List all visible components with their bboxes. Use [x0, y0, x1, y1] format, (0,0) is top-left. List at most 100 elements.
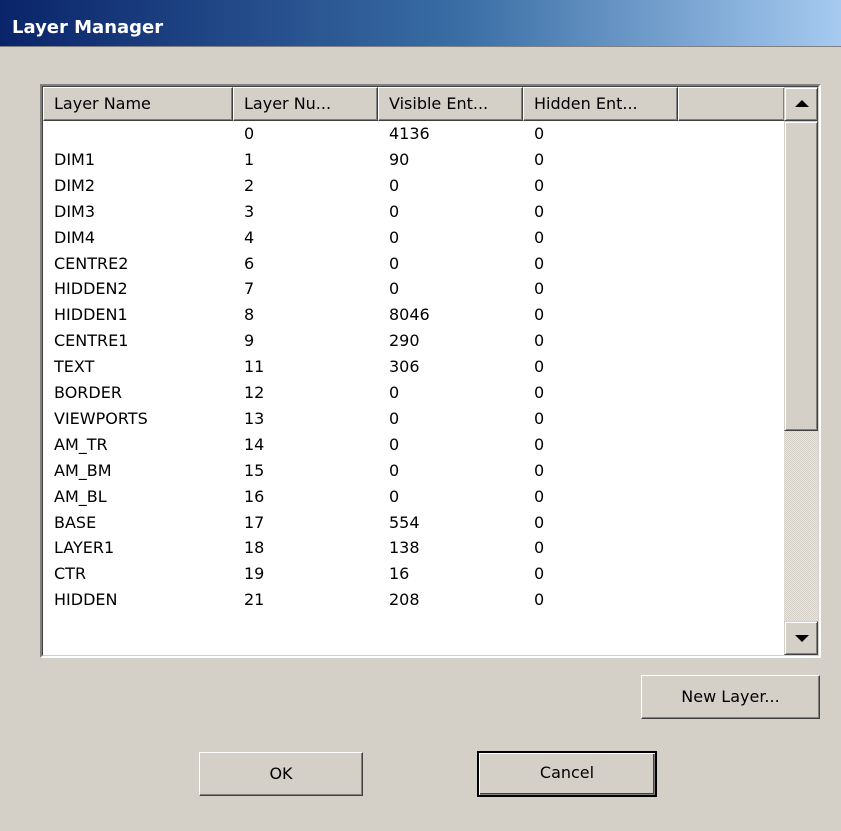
visible-entities-cell: 0 — [389, 460, 400, 480]
table-row[interactable]: BORDER 12 0 0 — [43, 380, 785, 406]
visible-entities-cell: 0 — [389, 408, 400, 428]
column-header-layer-number[interactable]: Layer Nu... — [233, 87, 378, 121]
hidden-entities-cell: 0 — [534, 486, 545, 506]
title-bar[interactable]: Layer Manager — [0, 0, 841, 47]
column-header-visible-entities[interactable]: Visible Ent... — [378, 87, 523, 121]
layer-name-cell: CENTRE1 — [54, 331, 129, 351]
visible-entities-cell: 0 — [389, 253, 400, 273]
cancel-button[interactable]: Cancel — [477, 751, 657, 797]
visible-entities-cell: 8046 — [389, 305, 430, 325]
visible-entities-cell: 16 — [389, 564, 410, 584]
layer-number-cell: 13 — [244, 408, 265, 428]
hidden-entities-cell: 0 — [534, 460, 545, 480]
layer-name-cell: AM_BL — [54, 486, 107, 506]
visible-entities-cell: 0 — [389, 434, 400, 454]
visible-entities-cell: 0 — [389, 201, 400, 221]
scroll-up-button[interactable] — [784, 87, 818, 121]
visible-entities-cell: 4136 — [389, 124, 430, 143]
layer-number-cell: 14 — [244, 434, 265, 454]
visible-entities-cell: 0 — [389, 227, 400, 247]
table-row[interactable]: VIEWPORTS 13 0 0 — [43, 406, 785, 432]
layer-name-cell: VIEWPORTS — [54, 408, 148, 428]
visible-entities-cell: 290 — [389, 331, 420, 351]
column-header-layer-name[interactable]: Layer Name — [43, 87, 233, 121]
arrow-down-icon — [795, 635, 809, 642]
visible-entities-cell: 0 — [389, 175, 400, 195]
vertical-scrollbar[interactable] — [784, 87, 818, 655]
layer-name-cell: DIM4 — [54, 227, 96, 247]
layer-name-cell: LAYER1 — [54, 538, 115, 558]
visible-entities-cell: 0 — [389, 383, 400, 402]
layer-name-cell: BORDER — [54, 383, 122, 402]
hidden-entities-cell: 0 — [534, 512, 545, 532]
layer-number-cell: 21 — [244, 590, 265, 610]
table-row[interactable]: CTR 19 16 0 — [43, 561, 785, 587]
layer-name-cell: BASE — [54, 512, 97, 532]
layer-number-cell: 17 — [244, 512, 265, 532]
hidden-entities-cell: 0 — [534, 538, 545, 558]
table-row[interactable]: AM_BL 16 0 0 — [43, 484, 785, 510]
layer-name-cell: CENTRE2 — [54, 253, 129, 273]
hidden-entities-cell: 0 — [534, 227, 545, 247]
table-row[interactable]: LAYER1 18 138 0 — [43, 535, 785, 561]
visible-entities-cell: 138 — [389, 538, 420, 558]
table-row[interactable]: BASE 17 554 0 — [43, 510, 785, 536]
layer-list[interactable]: Layer Name Layer Nu... Visible Ent... Hi… — [40, 84, 821, 658]
list-header: Layer Name Layer Nu... Visible Ent... Hi… — [43, 87, 785, 121]
window-title: Layer Manager — [12, 17, 164, 38]
visible-entities-cell: 90 — [389, 149, 410, 169]
hidden-entities-cell: 0 — [534, 201, 545, 221]
table-row[interactable]: DIM3 3 0 0 — [43, 199, 785, 225]
hidden-entities-cell: 0 — [534, 357, 545, 377]
layer-name-cell: DIM1 — [54, 149, 96, 169]
hidden-entities-cell: 0 — [534, 253, 545, 273]
visible-entities-cell: 554 — [389, 512, 420, 532]
table-row[interactable]: AM_TR 14 0 0 — [43, 432, 785, 458]
hidden-entities-cell: 0 — [534, 383, 545, 402]
table-row[interactable]: CENTRE1 9 290 0 — [43, 328, 785, 354]
visible-entities-cell: 306 — [389, 357, 420, 377]
layer-number-cell: 3 — [244, 201, 255, 221]
scroll-thumb[interactable] — [784, 121, 818, 431]
layer-name-cell: HIDDEN2 — [54, 279, 128, 299]
arrow-up-icon — [795, 100, 809, 107]
table-row[interactable]: HIDDEN 21 208 0 — [43, 587, 785, 613]
layer-number-cell: 12 — [244, 383, 265, 402]
visible-entities-cell: 0 — [389, 486, 400, 506]
layer-number-cell: 11 — [244, 357, 265, 377]
new-layer-button[interactable]: New Layer... — [641, 675, 820, 719]
hidden-entities-cell: 0 — [534, 175, 545, 195]
layer-name-cell: CTR — [54, 564, 87, 584]
layer-number-cell: 19 — [244, 564, 265, 584]
layer-name-cell: HIDDEN1 — [54, 305, 128, 325]
table-row[interactable]: DIM1 1 90 0 — [43, 147, 785, 173]
layer-name-cell: AM_BM — [54, 460, 112, 480]
table-row[interactable]: TEXT 11 306 0 — [43, 354, 785, 380]
ok-button[interactable]: OK — [199, 752, 363, 796]
table-row[interactable]: AM_BM 15 0 0 — [43, 458, 785, 484]
hidden-entities-cell: 0 — [534, 331, 545, 351]
layer-manager-dialog: Layer Manager Layer Name Layer Nu... Vis… — [0, 0, 841, 831]
hidden-entities-cell: 0 — [534, 408, 545, 428]
scroll-down-button[interactable] — [784, 621, 818, 655]
table-row[interactable]: DIM4 4 0 0 — [43, 225, 785, 251]
layer-number-cell: 9 — [244, 331, 255, 351]
table-row[interactable]: DIM2 2 0 0 — [43, 173, 785, 199]
table-row[interactable]: HIDDEN1 8 8046 0 — [43, 302, 785, 328]
table-row[interactable]: 0 4136 0 — [43, 121, 785, 147]
layer-number-cell: 6 — [244, 253, 255, 273]
layer-name-cell: DIM2 — [54, 175, 96, 195]
layer-name-cell: DIM3 — [54, 201, 96, 221]
column-header-filler — [678, 87, 785, 121]
hidden-entities-cell: 0 — [534, 149, 545, 169]
column-header-hidden-entities[interactable]: Hidden Ent... — [523, 87, 678, 121]
layer-name-cell: HIDDEN — [54, 590, 118, 610]
hidden-entities-cell: 0 — [534, 564, 545, 584]
layer-number-cell: 7 — [244, 279, 255, 299]
layer-number-cell: 8 — [244, 305, 255, 325]
layer-number-cell: 4 — [244, 227, 255, 247]
layer-number-cell: 2 — [244, 175, 255, 195]
table-row[interactable]: HIDDEN2 7 0 0 — [43, 276, 785, 302]
table-row[interactable]: CENTRE2 6 0 0 — [43, 251, 785, 277]
layer-number-cell: 18 — [244, 538, 265, 558]
